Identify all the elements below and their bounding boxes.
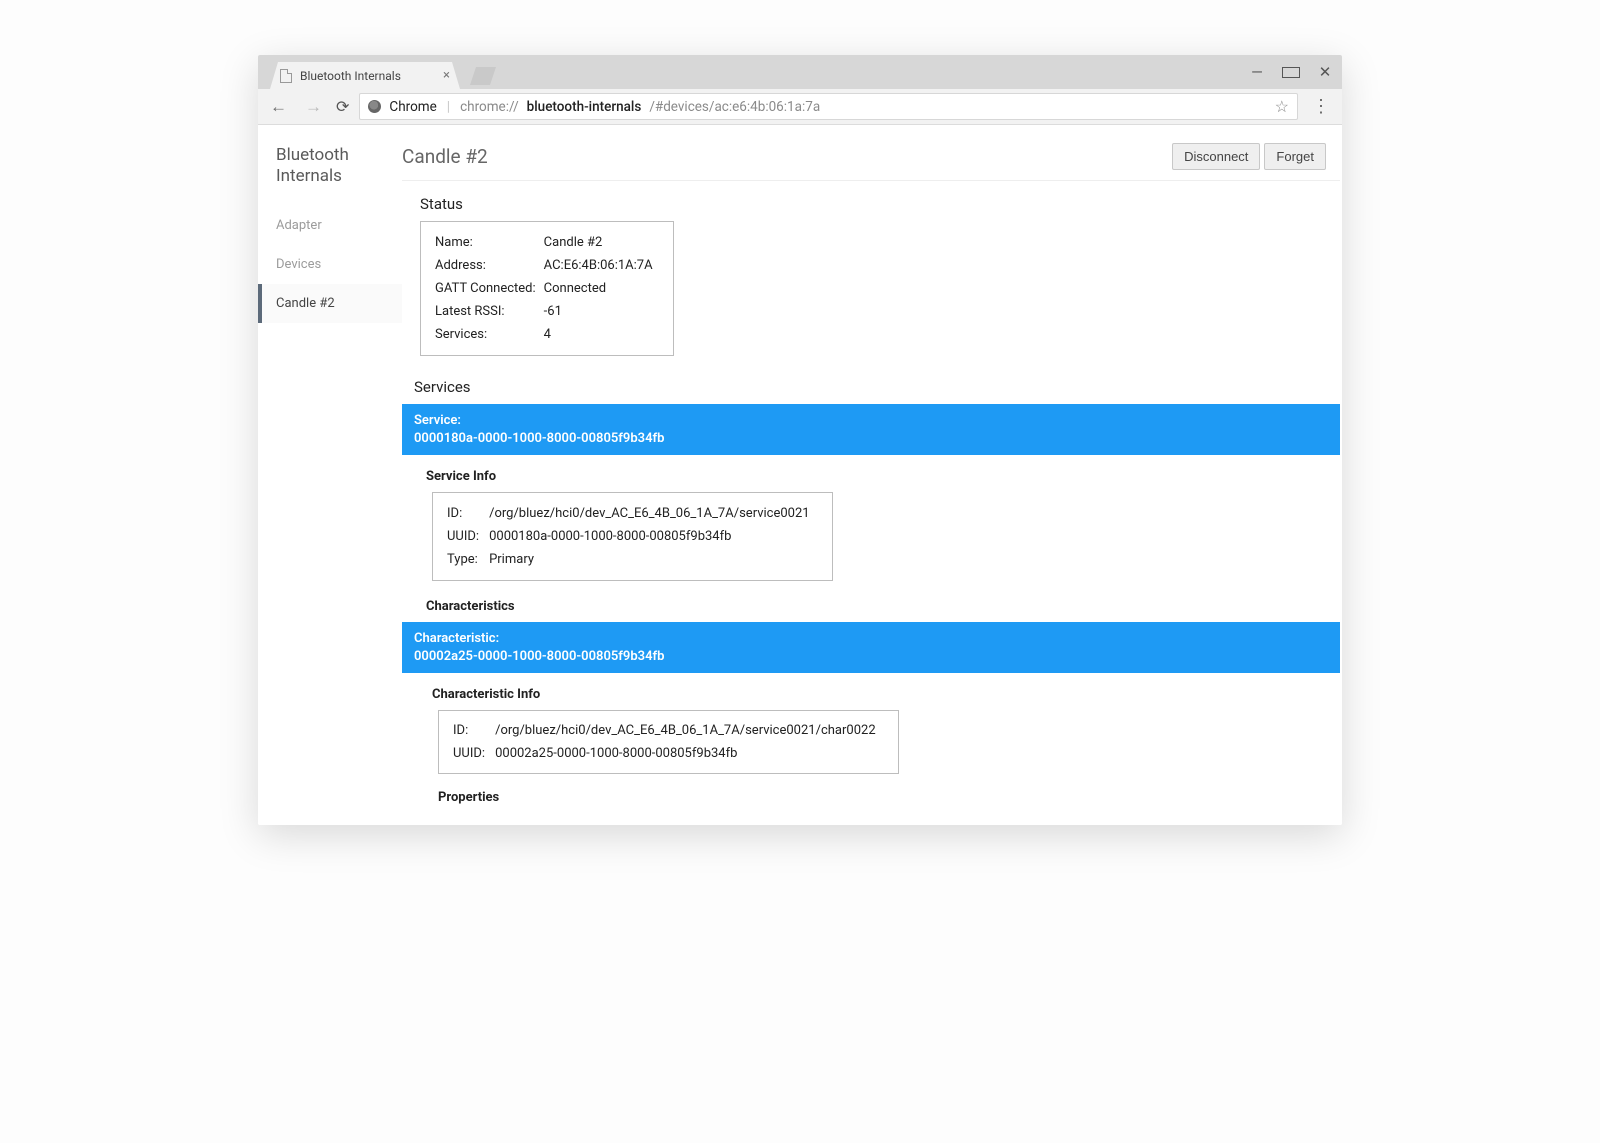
status-name-label: Name: [435,232,542,253]
new-tab-button[interactable] [470,67,496,85]
service-info-box: ID:/org/bluez/hci0/dev_AC_E6_4B_06_1A_7A… [432,492,833,581]
page-header: Candle #2 Disconnect Forget [402,143,1340,181]
url-scheme: Chrome [389,99,436,115]
service-label: Service: [414,413,461,428]
char-uuid-label: UUID: [453,743,493,764]
status-services-label: Services: [435,324,542,345]
tab-title: Bluetooth Internals [300,69,401,83]
main-panel: Candle #2 Disconnect Forget Status Name:… [402,125,1342,825]
status-gatt-label: GATT Connected: [435,278,542,299]
minimize-icon[interactable]: — [1248,63,1266,81]
address-bar[interactable]: Chrome | chrome://bluetooth-internals/#d… [359,93,1298,120]
status-address-label: Address: [435,255,542,276]
forget-button[interactable]: Forget [1264,143,1326,170]
service-info-heading: Service Info [426,469,1340,484]
characteristic-label: Characteristic: [414,631,499,646]
services-heading: Services [414,378,1340,396]
tab-strip: Bluetooth Internals × — ✕ [258,55,1342,89]
url-prefix: chrome:// [460,99,519,115]
app-brand: Bluetooth Internals [258,145,402,206]
characteristic-header-bar[interactable]: Characteristic: 00002a25-0000-1000-8000-… [402,622,1340,673]
browser-toolbar: ← → ⟳ Chrome | chrome://bluetooth-intern… [258,89,1342,125]
svc-type-label: Type: [447,549,487,570]
browser-menu-icon[interactable]: ⋮ [1308,96,1334,117]
status-rssi-value: -61 [544,301,659,322]
svc-uuid-label: UUID: [447,526,487,547]
char-id-value: /org/bluez/hci0/dev_AC_E6_4B_06_1A_7A/se… [495,720,884,741]
svc-id-label: ID: [447,503,487,524]
service-uuid: 0000180a-0000-1000-8000-00805f9b34fb [414,431,664,446]
service-header-bar[interactable]: Service: 0000180a-0000-1000-8000-00805f9… [402,404,1340,455]
close-tab-icon[interactable]: × [443,68,450,83]
status-name-value: Candle #2 [544,232,659,253]
characteristic-info-box: ID:/org/bluez/hci0/dev_AC_E6_4B_06_1A_7A… [438,710,899,774]
status-box: Name:Candle #2 Address:AC:E6:4B:06:1A:7A… [420,221,674,356]
disconnect-button[interactable]: Disconnect [1172,143,1260,170]
page-icon [280,69,292,83]
properties-heading: Properties [438,790,1340,805]
page-content: Bluetooth Internals Adapter Devices Cand… [258,125,1342,825]
maximize-icon[interactable] [1282,67,1300,78]
sidebar: Bluetooth Internals Adapter Devices Cand… [258,125,402,825]
back-button[interactable]: ← [266,97,291,117]
browser-window: Bluetooth Internals × — ✕ ← → ⟳ Chrome |… [258,55,1342,825]
svc-uuid-value: 0000180a-0000-1000-8000-00805f9b34fb [489,526,818,547]
status-address-value: AC:E6:4B:06:1A:7A [544,255,659,276]
window-controls: — ✕ [1248,55,1334,89]
reload-button[interactable]: ⟳ [336,97,349,116]
url-host: bluetooth-internals [527,99,642,115]
characteristic-info-heading: Characteristic Info [432,687,1340,702]
sidebar-item-devices[interactable]: Devices [258,245,402,284]
status-gatt-value: Connected [544,278,659,299]
svc-type-value: Primary [489,549,818,570]
page-title: Candle #2 [402,145,488,168]
sidebar-item-candle2[interactable]: Candle #2 [258,284,402,323]
site-info-icon[interactable] [368,100,381,113]
svc-id-value: /org/bluez/hci0/dev_AC_E6_4B_06_1A_7A/se… [489,503,818,524]
status-rssi-label: Latest RSSI: [435,301,542,322]
status-services-value: 4 [544,324,659,345]
char-uuid-value: 00002a25-0000-1000-8000-00805f9b34fb [495,743,884,764]
bookmark-star-icon[interactable]: ☆ [1275,97,1289,116]
characteristic-uuid: 00002a25-0000-1000-8000-00805f9b34fb [414,649,664,664]
characteristics-heading: Characteristics [426,599,1340,614]
url-path: /#devices/ac:e6:4b:06:1a:7a [649,99,820,115]
status-heading: Status [420,195,1340,213]
char-id-label: ID: [453,720,493,741]
forward-button[interactable]: → [301,97,326,117]
close-window-icon[interactable]: ✕ [1316,63,1334,81]
browser-tab[interactable]: Bluetooth Internals × [270,62,460,89]
sidebar-item-adapter[interactable]: Adapter [258,206,402,245]
